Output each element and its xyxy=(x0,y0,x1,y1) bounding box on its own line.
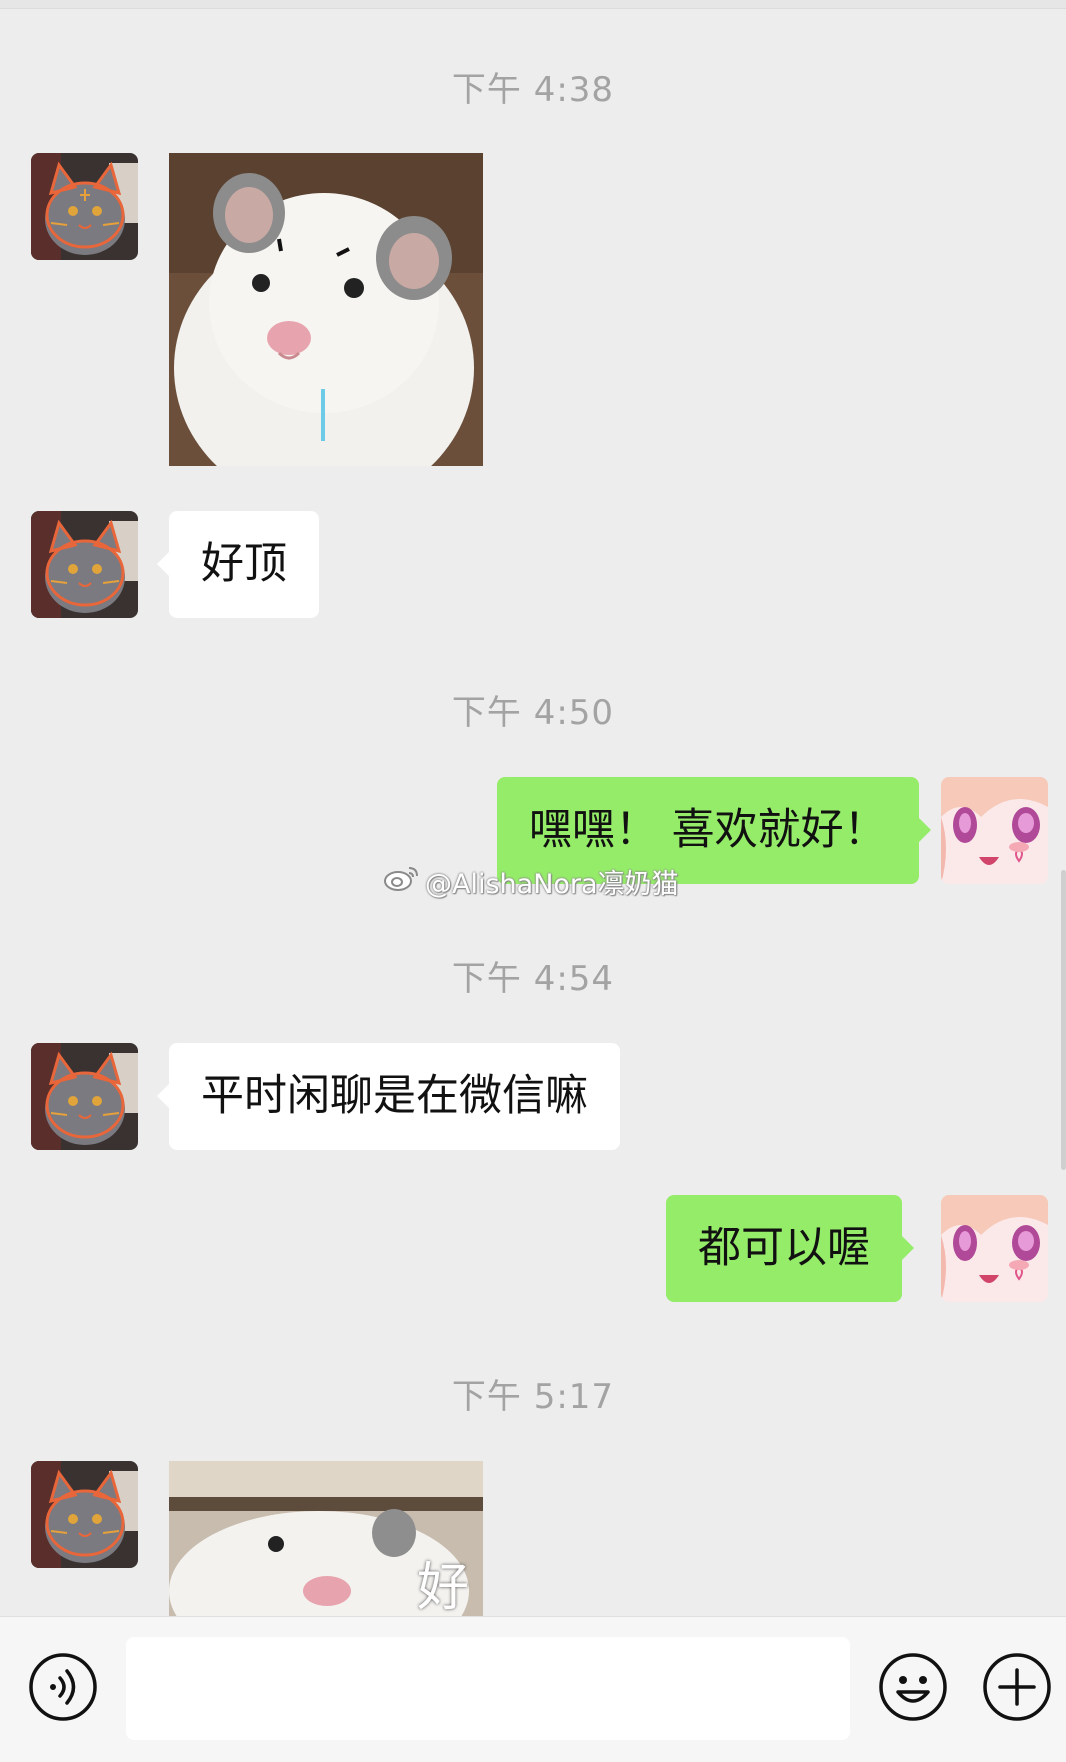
sticker-image[interactable] xyxy=(169,153,483,466)
message-bubble-incoming[interactable]: 平时闲聊是在微信嘛 xyxy=(157,1043,620,1150)
message-bubble-incoming[interactable]: 好顶 xyxy=(157,511,319,618)
message-bubble-outgoing[interactable]: 都可以喔 xyxy=(666,1195,914,1302)
contact-avatar[interactable] xyxy=(31,1461,138,1568)
voice-icon[interactable] xyxy=(28,1652,98,1722)
my-avatar[interactable] xyxy=(941,777,1048,884)
timestamp: 下午 4:50 xyxy=(451,693,615,733)
my-avatar[interactable] xyxy=(941,1195,1048,1302)
weibo-icon xyxy=(383,864,421,899)
watermark-text: @AlishaNora凛奶猫 xyxy=(425,869,679,900)
message-input[interactable] xyxy=(126,1637,850,1740)
sticker-caption: 好 xyxy=(417,1558,470,1616)
timestamp: 下午 5:17 xyxy=(451,1377,615,1417)
scrollbar[interactable] xyxy=(1061,870,1066,1170)
contact-avatar[interactable] xyxy=(31,1043,138,1150)
top-divider xyxy=(0,0,1066,9)
timestamp: 下午 4:38 xyxy=(451,70,615,110)
contact-avatar[interactable] xyxy=(31,153,138,260)
input-bar xyxy=(0,1616,1066,1762)
plus-icon[interactable] xyxy=(982,1652,1052,1722)
watermark: @AlishaNora凛奶猫 xyxy=(383,862,679,901)
contact-avatar[interactable] xyxy=(31,511,138,618)
timestamp: 下午 4:54 xyxy=(451,959,615,999)
emoji-icon[interactable] xyxy=(878,1652,948,1722)
sticker-image[interactable]: 好 xyxy=(169,1461,483,1616)
